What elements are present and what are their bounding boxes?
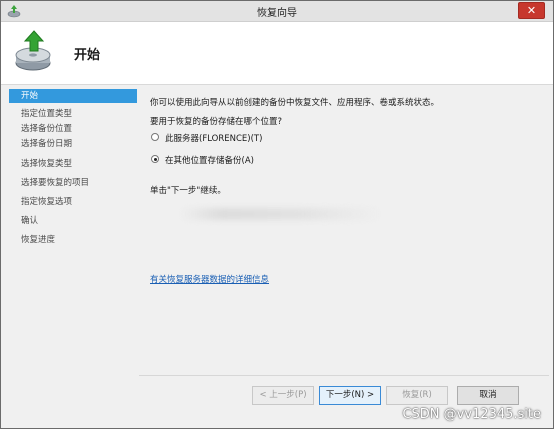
recover-button[interactable]: 恢复(R) — [386, 386, 448, 405]
wizard-steps-sidebar: 开始 指定位置类型 选择备份位置 选择备份日期 选择恢复类型 选择要恢复的项目 … — [1, 85, 139, 410]
step-items-to-recover[interactable]: 选择要恢复的项目 — [9, 176, 137, 190]
step-confirmation[interactable]: 确认 — [9, 214, 137, 228]
step-recovery-options[interactable]: 指定恢复选项 — [9, 195, 137, 209]
intro-text: 你可以使用此向导从以前创建的备份中恢复文件、应用程序、卷或系统状态。 — [150, 98, 440, 108]
wizard-header: 开始 — [1, 22, 553, 85]
wizard-content: 你可以使用此向导从以前创建的备份中恢复文件、应用程序、卷或系统状态。 要用于恢复… — [139, 85, 553, 375]
step-start[interactable]: 开始 — [9, 89, 137, 103]
footer-divider — [139, 375, 549, 376]
previous-button[interactable]: < 上一步(P) — [252, 386, 314, 405]
cancel-button[interactable]: 取消 — [457, 386, 519, 405]
step-recovery-type[interactable]: 选择恢复类型 — [9, 157, 137, 171]
backup-restore-icon — [15, 30, 51, 71]
recovery-wizard-window: 恢复向导 ✕ 开始 开始 指定位置类型 选择备份位置 选择备份日期 选择恢复类型… — [0, 0, 554, 429]
redacted-area — [181, 208, 381, 220]
step-location-type[interactable]: 指定位置类型 — [9, 107, 137, 121]
page-title: 开始 — [74, 48, 101, 63]
window-title: 恢复向导 — [257, 8, 297, 19]
step-backup-date[interactable]: 选择备份日期 — [9, 137, 137, 151]
title-bar[interactable]: 恢复向导 ✕ — [1, 1, 553, 22]
watermark: CSDN @vv12345.site — [402, 407, 541, 422]
next-button[interactable]: 下一步(N) > — [319, 386, 381, 405]
step-recovery-progress[interactable]: 恢复进度 — [9, 233, 137, 247]
other-location-radio[interactable] — [151, 155, 159, 163]
location-question: 要用于恢复的备份存储在哪个位置? — [150, 117, 283, 127]
continue-hint: 单击"下一步"继续。 — [150, 186, 226, 196]
this-server-label[interactable]: 此服务器(FLORENCE)(T) — [165, 132, 262, 144]
recovery-help-link[interactable]: 有关恢复服务器数据的详细信息 — [150, 273, 269, 285]
this-server-radio[interactable] — [151, 133, 159, 141]
other-location-label[interactable]: 在其他位置存储备份(A) — [165, 154, 254, 166]
step-backup-location[interactable]: 选择备份位置 — [9, 122, 137, 136]
close-button[interactable]: ✕ — [518, 2, 545, 19]
